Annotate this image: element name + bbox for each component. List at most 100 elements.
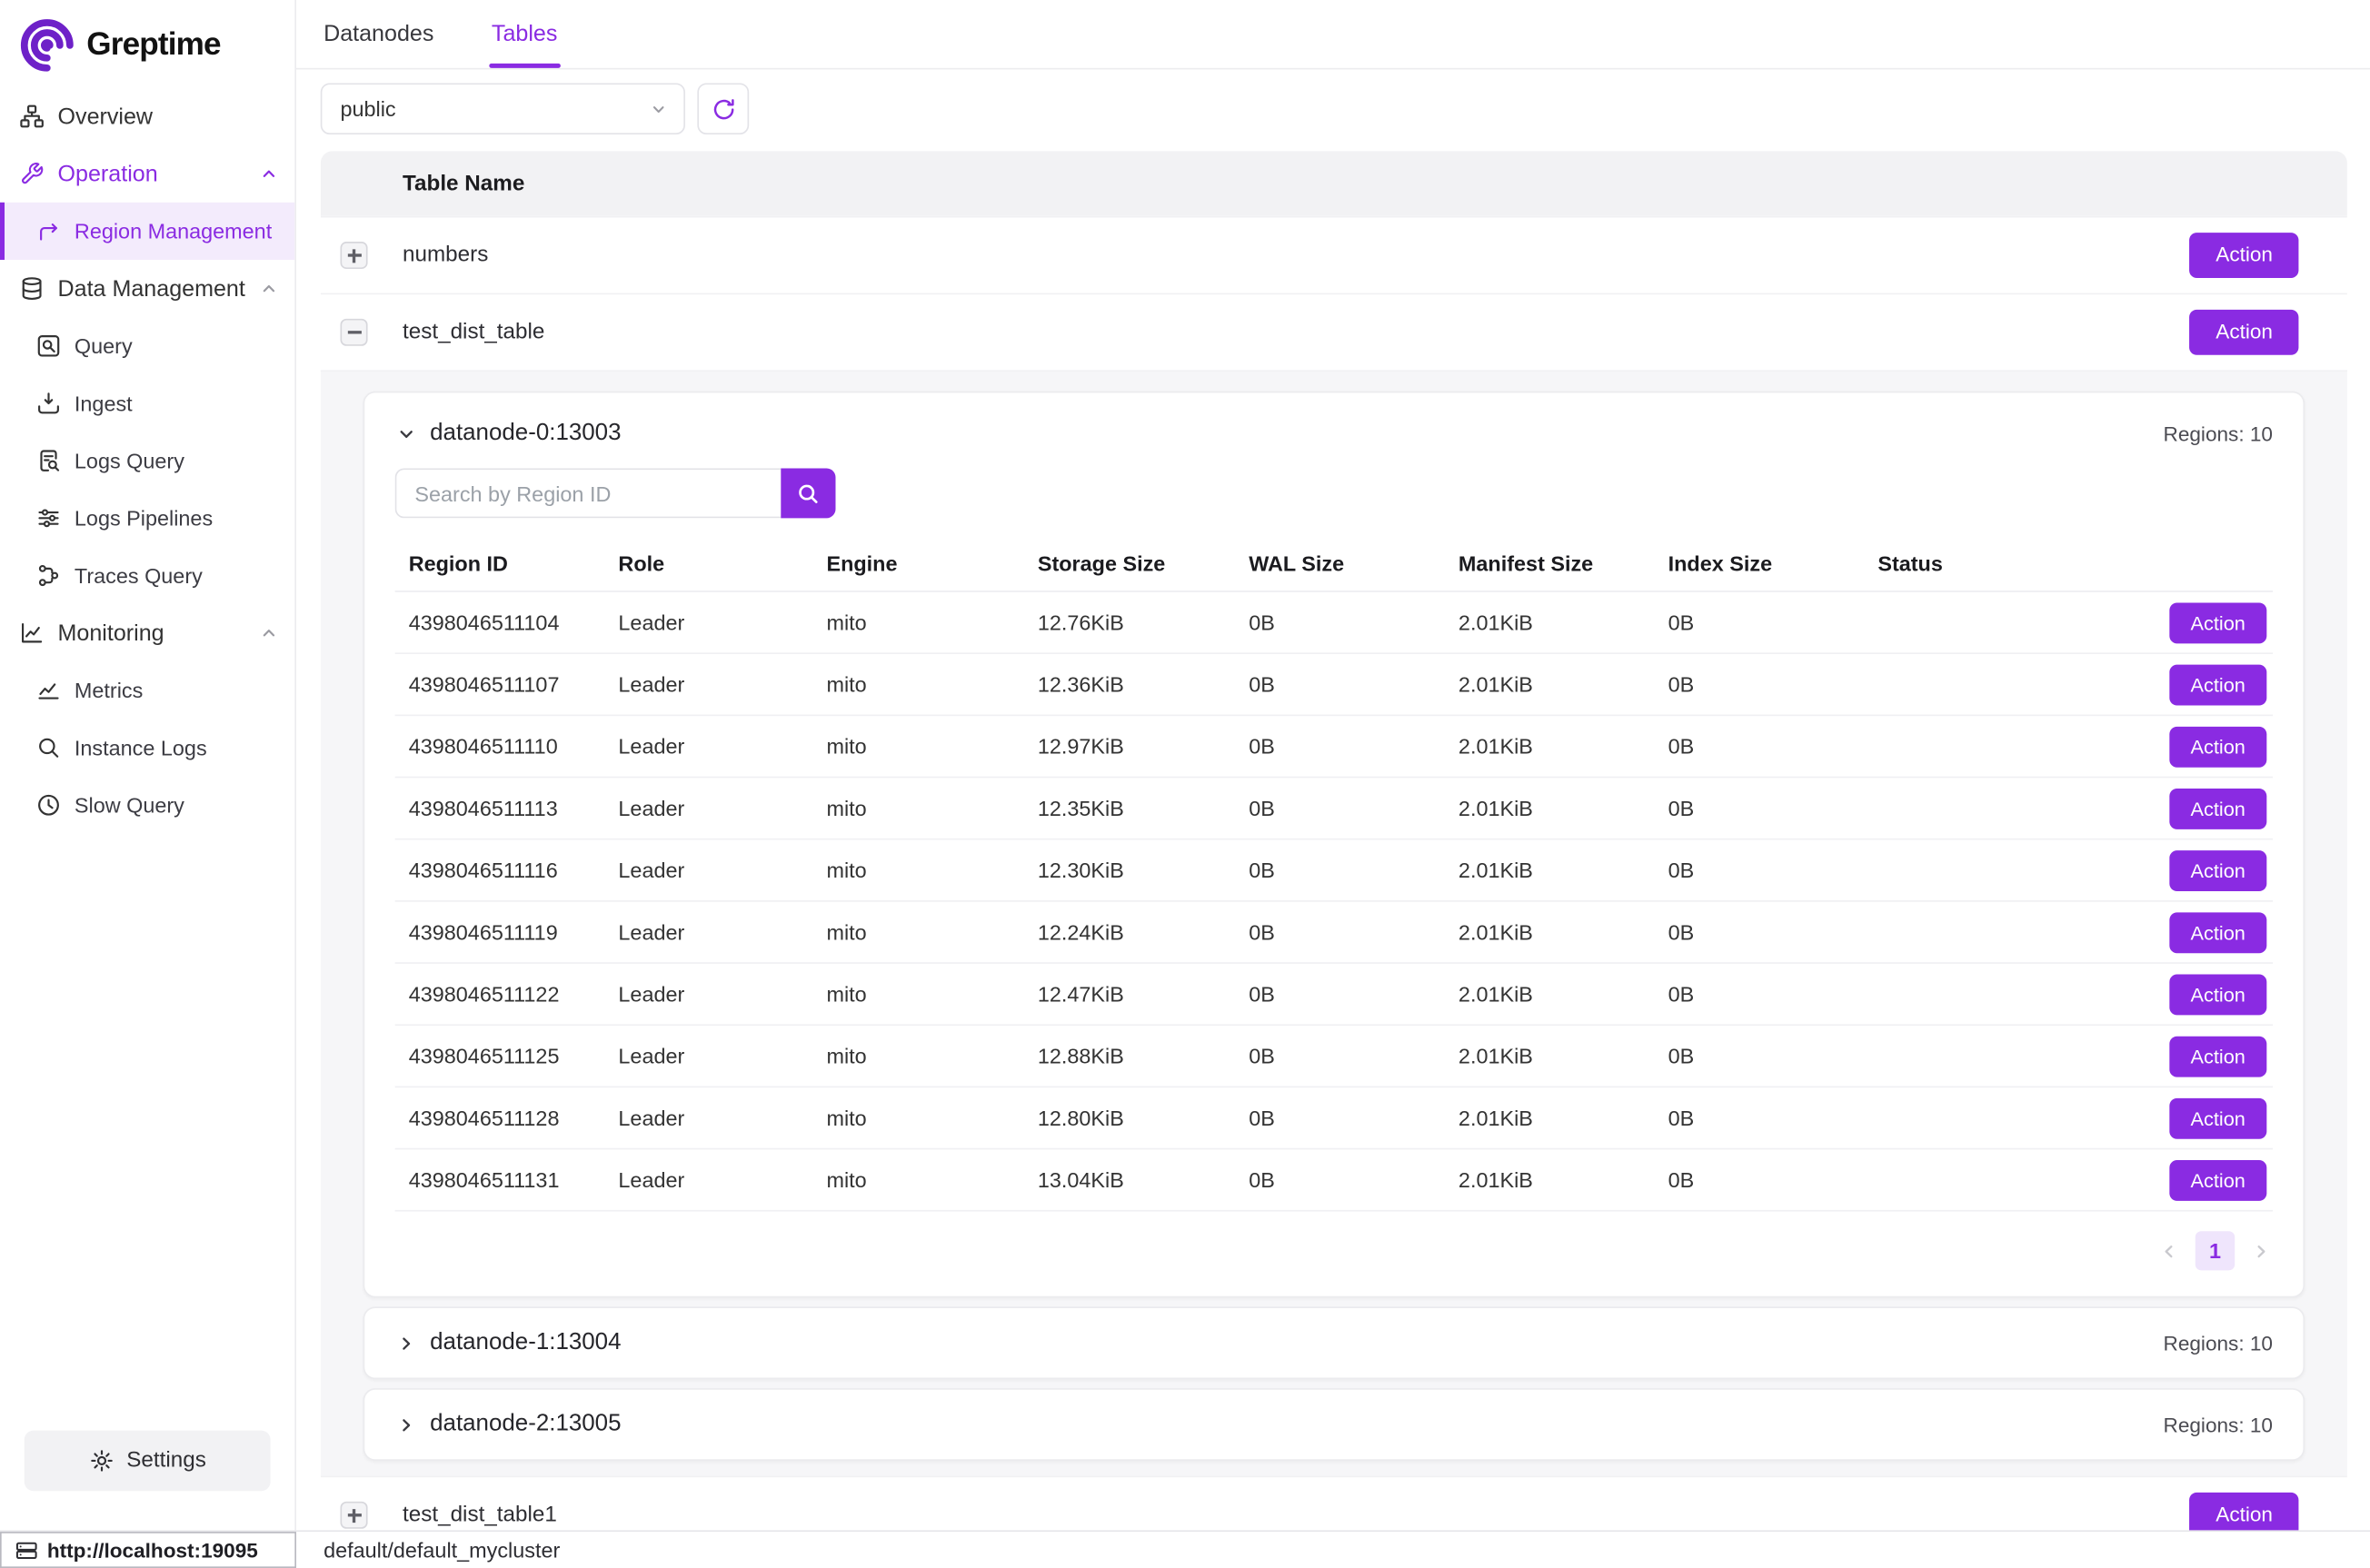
- region-action-button[interactable]: Action: [2169, 849, 2266, 890]
- region-cell: 4398046511128: [395, 1106, 605, 1130]
- region-action-button[interactable]: Action: [2169, 1097, 2266, 1138]
- datanode-card[interactable]: datanode-1:13004 Regions: 10: [363, 1306, 2305, 1379]
- chevron-down-icon: [649, 99, 669, 119]
- pagination-prev-button[interactable]: [2157, 1239, 2180, 1262]
- region-cell: 12.97KiB: [1024, 734, 1235, 759]
- schema-select-value: public: [340, 96, 395, 121]
- region-cell: Leader: [604, 672, 812, 697]
- region-cell: 0B: [1235, 734, 1445, 759]
- greptime-logo-icon: [18, 16, 76, 74]
- region-table-row: 4398046511119Leadermito12.24KiB0B2.01KiB…: [395, 902, 2273, 964]
- sidebar-item-data-management[interactable]: Data Management: [0, 260, 294, 317]
- region-cell: 12.30KiB: [1024, 858, 1235, 882]
- tab-datanodes[interactable]: Datanodes: [321, 0, 437, 68]
- region-action-button[interactable]: Action: [2169, 1159, 2266, 1200]
- region-table-row: 4398046511131Leadermito13.04KiB0B2.01KiB…: [395, 1149, 2273, 1211]
- region-column-header: Region ID: [395, 551, 605, 576]
- region-action-button[interactable]: Action: [2169, 788, 2266, 829]
- region-management-icon: [35, 218, 60, 243]
- region-cell: 4398046511104: [395, 610, 605, 635]
- datanode-card[interactable]: datanode-2:13005 Regions: 10: [363, 1388, 2305, 1461]
- pagination-page-1[interactable]: 1: [2196, 1231, 2235, 1270]
- chevron-up-icon: [259, 278, 280, 299]
- chevron-right-icon: [2250, 1239, 2273, 1262]
- sidebar-item-monitoring[interactable]: Monitoring: [0, 604, 294, 661]
- schema-select[interactable]: public: [321, 83, 685, 134]
- region-cell: 4398046511125: [395, 1044, 605, 1068]
- region-cell: 0B: [1235, 1044, 1445, 1068]
- region-cell: mito: [812, 1167, 1023, 1192]
- region-cell: 2.01KiB: [1445, 858, 1655, 882]
- table-row: test_dist_table Action: [321, 293, 2347, 371]
- datanode-header[interactable]: datanode-0:13003 Regions: 10: [395, 420, 2273, 447]
- region-cell: 2.01KiB: [1445, 920, 1655, 945]
- cluster-name: default/default_mycluster: [296, 1532, 560, 1568]
- refresh-button[interactable]: [697, 83, 749, 134]
- sidebar-item-traces-query[interactable]: Traces Query: [0, 547, 294, 604]
- datanode-regions-count: Regions: 10: [2164, 422, 2273, 445]
- collapse-minus-icon[interactable]: [340, 319, 367, 346]
- region-cell: 0B: [1655, 734, 1865, 759]
- expand-plus-icon[interactable]: [340, 242, 367, 269]
- brand-name: Greptime: [86, 27, 220, 64]
- region-action-button[interactable]: Action: [2169, 664, 2266, 705]
- region-cell: Leader: [604, 734, 812, 759]
- datanode-name: datanode-2:13005: [430, 1411, 621, 1438]
- region-cell: 0B: [1235, 1167, 1445, 1192]
- sidebar-item-overview[interactable]: Overview: [0, 87, 294, 144]
- tables-table: Table Name numbers Action test_dist_tabl…: [321, 151, 2347, 1553]
- region-cell: 0B: [1655, 1044, 1865, 1068]
- sidebar-item-metrics[interactable]: Metrics: [0, 661, 294, 719]
- region-column-header: Index Size: [1655, 551, 1865, 576]
- region-cell: 0B: [1235, 672, 1445, 697]
- sidebar-item-instance-logs[interactable]: Instance Logs: [0, 719, 294, 776]
- brand-logo[interactable]: Greptime: [0, 0, 294, 87]
- region-search-input[interactable]: [395, 468, 782, 518]
- settings-button[interactable]: Settings: [25, 1431, 271, 1492]
- region-action-button[interactable]: Action: [2169, 1036, 2266, 1077]
- region-table-row: 4398046511113Leadermito12.35KiB0B2.01KiB…: [395, 778, 2273, 839]
- region-search-button[interactable]: [781, 468, 835, 518]
- pagination-next-button[interactable]: [2250, 1239, 2273, 1262]
- region-cell: 0B: [1655, 796, 1865, 820]
- traces-query-icon: [35, 562, 60, 588]
- tab-label: Datanodes: [324, 21, 433, 46]
- region-action-button[interactable]: Action: [2169, 602, 2266, 643]
- region-table-row: 4398046511110Leadermito12.97KiB0B2.01KiB…: [395, 716, 2273, 778]
- toolbar: public: [321, 83, 2347, 134]
- region-cell: Leader: [604, 920, 812, 945]
- region-cell: 0B: [1655, 1167, 1865, 1192]
- tables-table-header: Table Name: [321, 151, 2347, 216]
- sidebar-item-slow-query[interactable]: Slow Query: [0, 777, 294, 834]
- host-endpoint[interactable]: http://localhost:19095: [0, 1532, 296, 1568]
- region-cell: 0B: [1655, 610, 1865, 635]
- region-action-button[interactable]: Action: [2169, 912, 2266, 953]
- region-cell: Leader: [604, 982, 812, 1007]
- sidebar-item-operation[interactable]: Operation: [0, 145, 294, 203]
- region-cell: 12.35KiB: [1024, 796, 1235, 820]
- logs-pipelines-icon: [35, 505, 60, 531]
- region-action-button[interactable]: Action: [2169, 726, 2266, 767]
- sidebar-item-label: Logs Query: [75, 449, 184, 473]
- region-cell: 4398046511131: [395, 1167, 605, 1192]
- datanode-name: datanode-1:13004: [430, 1329, 621, 1356]
- tab-tables[interactable]: Tables: [489, 0, 561, 68]
- table-action-button[interactable]: Action: [2190, 310, 2299, 354]
- sidebar-item-ingest[interactable]: Ingest: [0, 374, 294, 432]
- expand-plus-icon[interactable]: [340, 1502, 367, 1529]
- sidebar-item-label: Monitoring: [58, 620, 164, 646]
- sidebar-item-label: Slow Query: [75, 793, 184, 818]
- sidebar-item-region-management[interactable]: Region Management: [0, 203, 294, 260]
- chevron-left-icon: [2157, 1239, 2180, 1262]
- query-icon: [35, 333, 60, 359]
- sidebar-item-query[interactable]: Query: [0, 317, 294, 374]
- operation-wrench-icon: [18, 161, 44, 186]
- sidebar-item-logs-pipelines[interactable]: Logs Pipelines: [0, 490, 294, 547]
- datanode-regions-count: Regions: 10: [2164, 1332, 2273, 1355]
- region-action-button[interactable]: Action: [2169, 974, 2266, 1015]
- datanode-regions-count: Regions: 10: [2164, 1414, 2273, 1436]
- sidebar-item-logs-query[interactable]: Logs Query: [0, 432, 294, 490]
- status-bar: http://localhost:19095 default/default_m…: [0, 1530, 2370, 1568]
- sidebar-item-label: Ingest: [75, 392, 133, 416]
- table-action-button[interactable]: Action: [2190, 233, 2299, 277]
